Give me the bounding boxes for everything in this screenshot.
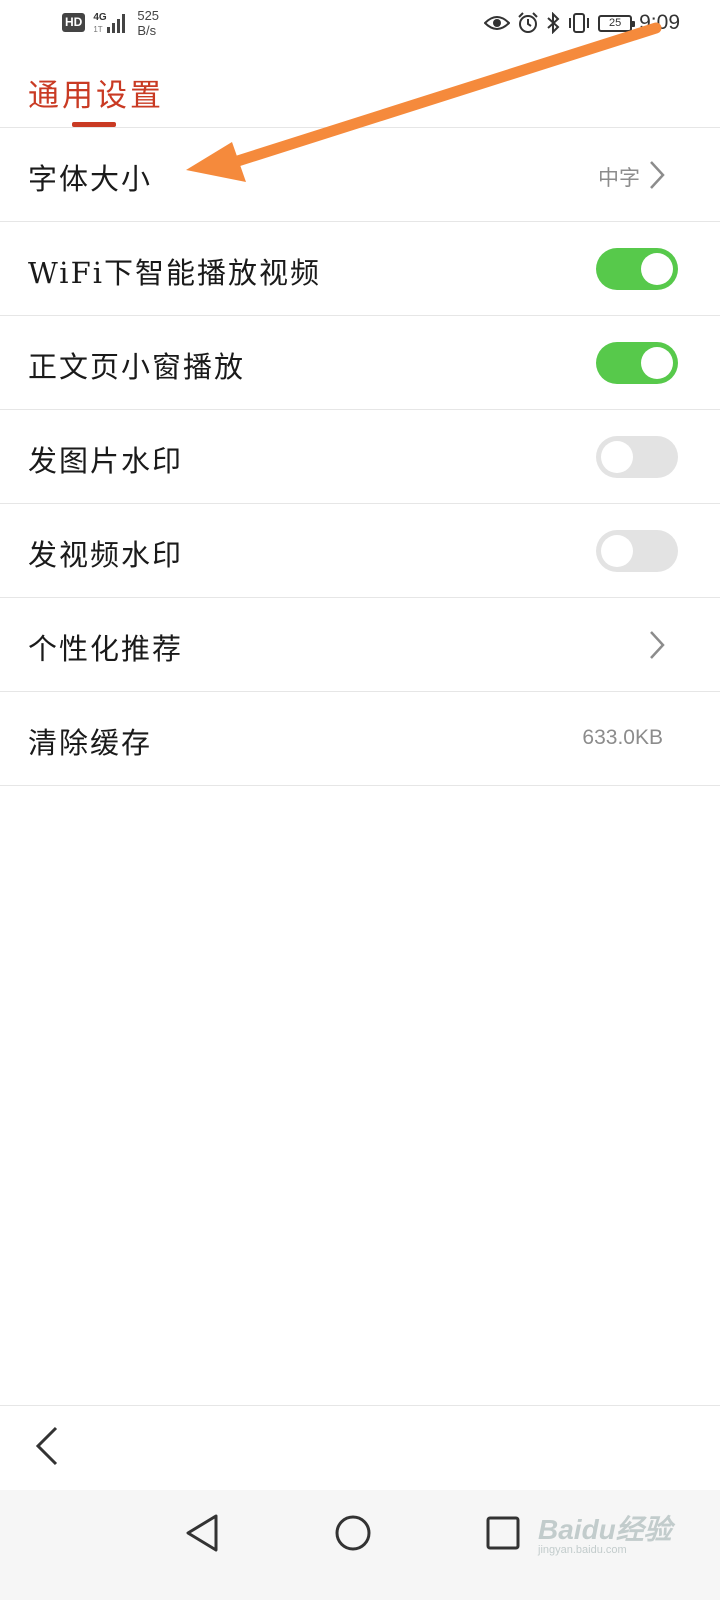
setting-wifi-autoplay: WiFi下智能播放视频 [0,222,720,316]
watermark-sub: jingyan.baidu.com [538,1544,627,1556]
nav-back-icon[interactable] [178,1508,228,1558]
video-watermark-toggle[interactable] [596,530,678,572]
setting-image-watermark: 发图片水印 [0,410,720,504]
setting-label: 个性化推荐 [28,632,184,666]
setting-label: 字体大小 [28,162,153,196]
toggle-knob [601,535,633,567]
back-arrow-icon[interactable] [28,1422,68,1470]
network-speed: 525 B/s [137,8,159,38]
alarm-icon [518,12,538,33]
speed-unit: B/s [137,23,157,38]
nav-recent-icon[interactable] [478,1508,528,1558]
image-watermark-toggle[interactable] [596,436,678,478]
mini-window-toggle[interactable] [596,342,678,384]
speed-value: 525 [137,8,160,23]
status-right: 25 9:09 [484,8,680,38]
hd-badge: HD [62,13,86,32]
setting-label: 正文页小窗播放 [28,350,246,384]
watermark-text: Baidu经验 [538,1514,672,1545]
cache-size: 633.0KB [582,726,663,749]
setting-font-size[interactable]: 字体大小 中字 [0,128,720,222]
setting-value: 中字 [598,166,640,190]
status-left: HD 4G 1T 525 B/s [62,8,159,38]
chevron-right-icon [650,161,665,189]
wifi-autoplay-toggle[interactable] [596,248,678,290]
setting-video-watermark: 发视频水印 [0,504,720,598]
setting-label: 发视频水印 [28,538,184,572]
status-bar: HD 4G 1T 525 B/s 25 9:09 [0,0,720,50]
toggle-knob [641,347,673,379]
eye-icon [484,16,511,30]
setting-label: 发图片水印 [28,444,184,478]
network-sub: 1T [93,25,103,34]
bluetooth-icon [547,12,560,34]
settings-list: 字体大小 中字 WiFi下智能播放视频 正文页小窗播放 发图片水印 发视频水印 … [0,128,720,786]
signal-icon [107,14,126,33]
toggle-knob [641,253,673,285]
page-title: 通用设置 [28,78,164,114]
watermark-logo: Baidu经验 jingyan.baidu.com [538,1500,678,1566]
bottom-divider [0,1405,720,1406]
setting-label: WiFi下智能播放视频 [28,256,321,290]
vibrate-icon [569,13,590,33]
setting-article-mini-window: 正文页小窗播放 [0,316,720,410]
nav-home-icon[interactable] [328,1508,378,1558]
signal-indicator: 4G 1T [93,8,129,38]
status-time: 9:09 [639,11,680,34]
setting-personalized-recommend[interactable]: 个性化推荐 [0,598,720,692]
setting-label: 清除缓存 [28,726,153,760]
toggle-knob [601,441,633,473]
chevron-right-icon [650,631,665,659]
battery-icon: 25 [598,14,636,32]
setting-clear-cache[interactable]: 清除缓存 633.0KB [0,692,720,786]
